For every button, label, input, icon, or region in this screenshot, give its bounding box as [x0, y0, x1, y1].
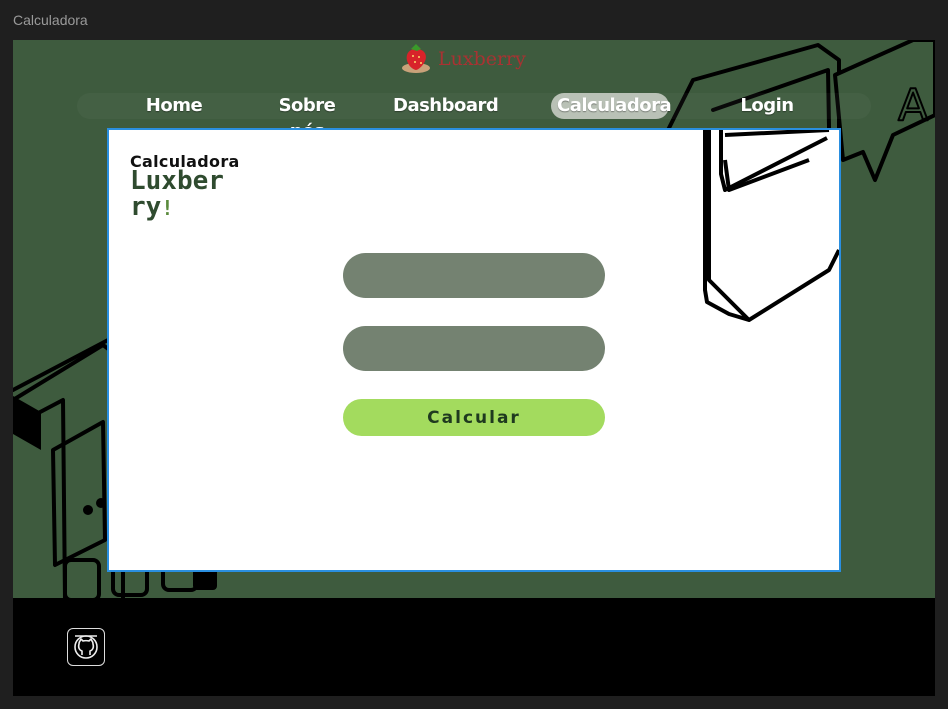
nav-item-login[interactable]: Login — [737, 93, 797, 119]
window-title: Calculadora — [13, 12, 88, 28]
nav-item-sobre-nos[interactable]: Sobre nós — [259, 93, 355, 142]
nav-item-dashboard[interactable]: Dashboard — [393, 93, 499, 119]
brand-logo[interactable]: Luxberry — [400, 42, 526, 76]
main-nav: Home Sobre nós Dashboard Calculadora Log… — [77, 93, 871, 142]
strawberry-icon — [402, 44, 430, 73]
github-icon — [74, 635, 98, 659]
nav-item-calculadora[interactable]: Calculadora — [551, 93, 672, 119]
card-title: Luxberry! — [130, 168, 238, 221]
value-input-1[interactable] — [343, 253, 605, 298]
card-title-exclamation: ! — [161, 196, 174, 220]
calculator-card: Calculadora Luxberry! Calcular — [107, 128, 841, 572]
page-viewport: A Luxberry Home Sobre Dashboard Calculad… — [13, 40, 935, 696]
nav-item-home[interactable]: Home — [134, 93, 214, 119]
svg-text:A: A — [898, 80, 928, 131]
value-input-2[interactable] — [343, 326, 605, 371]
github-link[interactable] — [67, 628, 105, 666]
footer — [13, 598, 935, 696]
brand-name: Luxberry — [438, 48, 526, 70]
card-title-text: Luxberry — [130, 166, 224, 222]
calcular-button[interactable]: Calcular — [343, 399, 605, 436]
